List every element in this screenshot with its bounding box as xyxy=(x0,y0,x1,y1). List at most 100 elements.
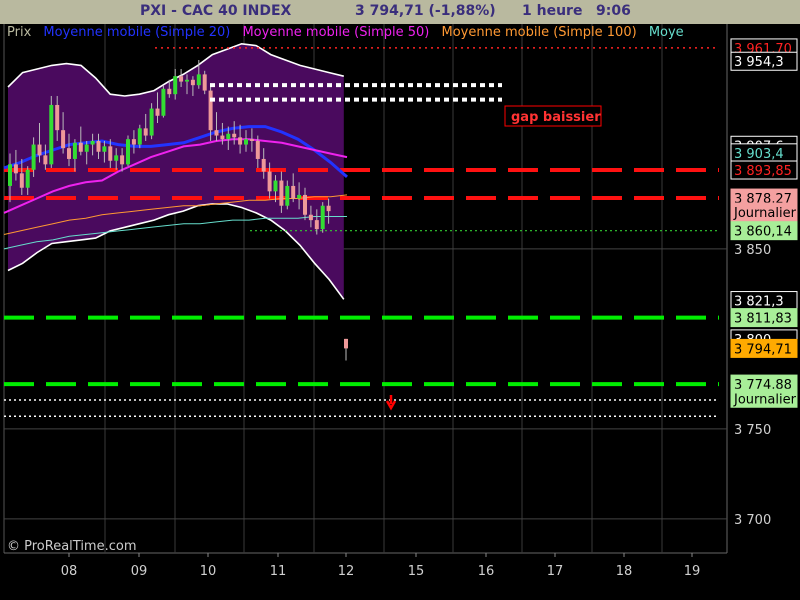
indicator-legend: Prix Moyenne mobile (Simple 20) Moyenne … xyxy=(7,25,692,40)
candle-body-12 xyxy=(78,142,83,152)
candle-body-37 xyxy=(226,133,231,140)
candle-body-20 xyxy=(126,139,130,165)
candle-body-45 xyxy=(273,180,278,192)
candle-body-30 xyxy=(185,79,189,82)
candle-body-40 xyxy=(244,139,248,145)
price-label-8: 3 821,3 xyxy=(730,291,798,311)
candle-body-13 xyxy=(84,144,89,152)
price-label-text-8: 3 821,3 xyxy=(734,295,784,310)
price-label-text-6: Journalier xyxy=(733,206,797,221)
candle-body-44 xyxy=(267,171,272,192)
gap-annotation: gap baissier xyxy=(504,105,602,127)
candle-body-53 xyxy=(320,205,325,230)
candle-body-15 xyxy=(96,140,101,152)
candle-body-43 xyxy=(261,158,266,172)
candle-body-24 xyxy=(149,108,154,136)
candle-body-41 xyxy=(249,139,254,141)
candle-body-10 xyxy=(67,148,71,159)
candle-body-36 xyxy=(220,135,225,140)
candle-body-6 xyxy=(43,155,48,165)
price-chart[interactable]: gap baissier 3 8503 7503 7003 961,703 95… xyxy=(0,0,800,600)
watermark: © ProRealTime.com xyxy=(7,539,137,554)
candle-body-48 xyxy=(291,185,296,199)
y-tick-label-2: 3 700 xyxy=(734,513,771,528)
x-tick-label-4: 12 xyxy=(338,564,355,579)
legend-sma100[interactable]: Moyenne mobile (Simple 100) xyxy=(442,25,637,40)
x-tick-label-7: 17 xyxy=(547,564,564,579)
candle-body-29 xyxy=(179,76,184,82)
candle-body-42 xyxy=(255,140,260,159)
candle-body-52 xyxy=(314,220,319,230)
candle-body-3 xyxy=(25,169,30,188)
candle-body-2 xyxy=(19,173,24,188)
candle-body-38 xyxy=(232,133,237,138)
candle-body-19 xyxy=(120,155,125,165)
x-tick-label-2: 10 xyxy=(200,564,217,579)
candle-body-0 xyxy=(8,164,12,186)
x-tick-label-0: 08 xyxy=(61,564,78,579)
down-arrow-icon xyxy=(385,395,397,411)
y-tick-label-0: 3 850 xyxy=(734,243,771,258)
price-label-text-1: 3 954,3 xyxy=(734,55,784,70)
price-label-9: 3 811,83 xyxy=(730,308,798,328)
legend-sma50[interactable]: Moyenne mobile (Simple 50) xyxy=(242,25,429,40)
candle-body-4 xyxy=(31,144,36,170)
x-tick-label-1: 09 xyxy=(131,564,148,579)
x-tick-label-9: 19 xyxy=(684,564,701,579)
candle-body-34 xyxy=(208,90,213,131)
price-label-11: 3 794,71 xyxy=(730,338,798,358)
price-label-7: 3 860,14 xyxy=(730,221,798,241)
price-label-text-4: 3 893,85 xyxy=(734,164,792,179)
candle-body-17 xyxy=(108,146,113,161)
candle-body-7 xyxy=(49,104,54,165)
y-tick-label-1: 3 750 xyxy=(734,423,771,438)
candle-body-46 xyxy=(279,180,284,206)
price-label-text-9: 3 811,83 xyxy=(734,312,792,327)
candle-body-18 xyxy=(114,155,119,161)
candle-body-33 xyxy=(202,74,207,91)
candle-body-23 xyxy=(143,128,148,136)
candle-body-8 xyxy=(55,104,60,131)
candle-body-31 xyxy=(190,79,195,86)
candle-body-1 xyxy=(13,164,18,174)
candle-body-9 xyxy=(61,130,66,149)
price-label-1: 3 954,3 xyxy=(730,51,798,71)
candle-body-35 xyxy=(214,130,219,136)
legend-sma20[interactable]: Moyenne mobile (Simple 20) xyxy=(43,25,230,40)
candle-body-54 xyxy=(326,205,331,212)
candle-body-39 xyxy=(238,137,243,145)
candle-body-55 xyxy=(344,338,348,349)
candle-body-5 xyxy=(37,144,42,156)
legend-sma-extra[interactable]: Moye xyxy=(649,25,684,40)
candle-body-32 xyxy=(196,74,201,86)
candle-body-14 xyxy=(90,140,95,145)
price-label-text-3: 3 903,4 xyxy=(734,147,784,162)
price-label-3: 3 903,4 xyxy=(730,143,798,163)
price-label-text-13: Journalier xyxy=(733,392,797,407)
price-label-text-11: 3 794,71 xyxy=(734,342,792,357)
candle-body-28 xyxy=(173,76,178,95)
candle-body-50 xyxy=(303,194,307,215)
x-tick-label-5: 15 xyxy=(408,564,425,579)
price-label-text-7: 3 860,14 xyxy=(734,225,792,240)
candle-body-27 xyxy=(167,88,172,95)
candle-body-11 xyxy=(72,142,77,159)
x-tick-label-3: 11 xyxy=(270,564,287,579)
price-label-6: Journalier xyxy=(730,202,798,222)
candle-body-51 xyxy=(308,214,313,221)
legend-price[interactable]: Prix xyxy=(7,25,31,40)
candle-body-26 xyxy=(161,88,166,116)
price-label-13: Journalier xyxy=(730,388,798,408)
candle-body-22 xyxy=(137,128,142,145)
candle-body-21 xyxy=(131,139,136,145)
price-label-4: 3 893,85 xyxy=(730,160,798,180)
candle-body-49 xyxy=(297,194,302,199)
annotation-text: gap baissier xyxy=(511,110,601,125)
price-axis-labels: 3 8503 7503 7003 961,703 954,33 907,63 9… xyxy=(730,38,798,528)
candle-body-47 xyxy=(285,185,290,206)
x-tick-label-8: 18 xyxy=(616,564,633,579)
time-axis-labels: 08 09 10 11 12 15 16 17 18 19 xyxy=(61,553,701,579)
candle-body-25 xyxy=(155,108,160,116)
x-tick-label-6: 16 xyxy=(478,564,495,579)
candle-body-16 xyxy=(102,146,107,152)
